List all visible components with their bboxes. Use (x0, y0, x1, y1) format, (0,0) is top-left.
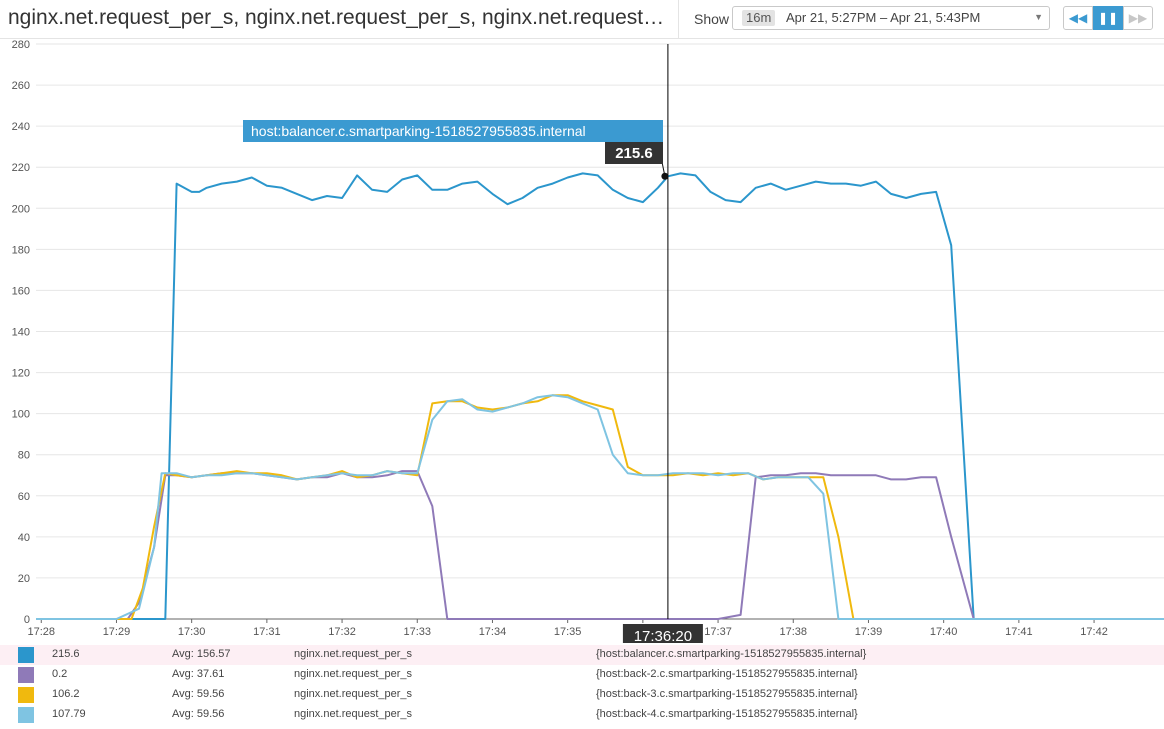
y-tick-label: 80 (18, 450, 30, 462)
legend-metric: nginx.net.request_per_s (294, 668, 413, 680)
x-tick-label: 17:37 (704, 626, 732, 638)
pause-icon: ❚❚ (1097, 11, 1119, 25)
x-tick-label: 17:32 (328, 626, 356, 638)
crosshair-time-label: 17:36:20 (634, 628, 692, 643)
y-tick-label: 60 (18, 491, 30, 503)
x-tick-label: 17:29 (103, 626, 131, 638)
y-tick-label: 280 (12, 39, 30, 51)
y-axis: 0 20 40 60 80 100 120 140 160 180 200 220 240 260 280 (12, 39, 30, 626)
y-tick-label: 200 (12, 203, 30, 215)
y-tick-label: 260 (12, 80, 30, 92)
legend-swatch (18, 707, 34, 723)
y-tick-label: 20 (18, 573, 30, 585)
legend-value: 215.6 (52, 648, 80, 660)
time-range-select[interactable]: 16m Apr 21, 5:27PM – Apr 21, 5:43PM ▼ (732, 6, 1050, 30)
legend-metric: nginx.net.request_per_s (294, 648, 413, 660)
legend-tags: {host:balancer.c.smartparking-1518527955… (596, 648, 867, 660)
y-tick-label: 220 (12, 162, 30, 174)
x-tick-label: 17:28 (27, 626, 55, 638)
x-tick-label: 17:33 (403, 626, 431, 638)
rewind-button[interactable]: ◀◀ (1063, 6, 1093, 30)
legend-value: 106.2 (52, 688, 80, 700)
x-tick-label: 17:38 (779, 626, 807, 638)
series-line-1[interactable] (36, 172, 1164, 620)
legend-value: 107.79 (52, 708, 86, 720)
graph-title: nginx.net.request_per_s, nginx.net.reque… (8, 6, 668, 29)
legend-swatch (18, 647, 34, 663)
chevron-down-icon: ▼ (1034, 12, 1043, 22)
pause-button[interactable]: ❚❚ (1093, 6, 1123, 30)
legend-metric: nginx.net.request_per_s (294, 708, 413, 720)
legend-value: 0.2 (52, 668, 68, 680)
hover-value-label: 215.6 (615, 145, 653, 162)
y-tick-label: 160 (12, 285, 30, 297)
show-label: Show (694, 11, 730, 27)
x-tick-label: 17:39 (855, 626, 883, 638)
x-axis: 17:28 17:29 17:30 17:31 17:32 17:33 17:34 17:35… (27, 619, 1108, 638)
crosshair: host:balancer.c.smartparking-15185279558… (243, 44, 703, 643)
x-tick-label: 17:31 (253, 626, 281, 638)
y-tick-label: 180 (12, 244, 30, 256)
y-tick-label: 140 (12, 327, 30, 339)
x-tick-label: 17:42 (1080, 626, 1108, 638)
series-line-3[interactable] (36, 394, 1164, 620)
legend-row[interactable]: 215.6 Avg: 156.57 nginx.net.request_per_s {… (0, 645, 1164, 665)
hover-series-label: host:balancer.c.smartparking-15185279558… (251, 123, 586, 139)
y-tick-label: 120 (12, 368, 30, 380)
x-tick-label: 17:35 (554, 626, 582, 638)
legend-swatch (18, 687, 34, 703)
header-divider (678, 0, 679, 38)
x-tick-label: 17:30 (178, 626, 206, 638)
legend-row[interactable]: 0.2 Avg: 37.61 nginx.net.request_per_s {hos… (0, 665, 1164, 685)
y-tick-label: 0 (24, 614, 30, 626)
rewind-icon: ◀◀ (1068, 11, 1088, 25)
time-span-badge: 16m (742, 10, 776, 26)
x-tick-label: 17:40 (930, 626, 958, 638)
legend-tags: {host:back-3.c.smartparking-151852795583… (596, 688, 858, 700)
legend-avg: Avg: 37.61 (172, 668, 225, 680)
series-line-2[interactable] (36, 470, 1164, 620)
series-line-4[interactable] (36, 394, 1164, 620)
legend-avg: Avg: 156.57 (172, 648, 231, 660)
fast-forward-icon: ▶▶ (1128, 11, 1148, 25)
fast-forward-button[interactable]: ▶▶ (1123, 6, 1153, 30)
y-tick-label: 40 (18, 532, 30, 544)
legend-avg: Avg: 59.56 (172, 708, 225, 720)
series-lines (36, 172, 1164, 620)
timeseries-chart[interactable]: 020406080100120140160180200220240260280 … (0, 38, 1164, 643)
legend-metric: nginx.net.request_per_s (294, 688, 413, 700)
x-tick-label: 17:34 (479, 626, 507, 638)
y-tick-label: 240 (12, 121, 30, 133)
legend-row[interactable]: 107.79 Avg: 59.56 nginx.net.request_per_s {… (0, 705, 1164, 725)
legend-tags: {host:back-2.c.smartparking-151852795583… (596, 668, 858, 680)
legend-swatch (18, 667, 34, 683)
y-tick-label: 100 (12, 409, 30, 421)
graph-header: nginx.net.request_per_s, nginx.net.reque… (0, 0, 1164, 39)
time-range-text: Apr 21, 5:27PM – Apr 21, 5:43PM (786, 10, 981, 25)
legend-avg: Avg: 59.56 (172, 688, 225, 700)
legend-row[interactable]: 106.2 Avg: 59.56 nginx.net.request_per_s {h… (0, 685, 1164, 705)
x-tick-label: 17:41 (1005, 626, 1033, 638)
legend-tags: {host:back-4.c.smartparking-151852795583… (596, 708, 858, 720)
